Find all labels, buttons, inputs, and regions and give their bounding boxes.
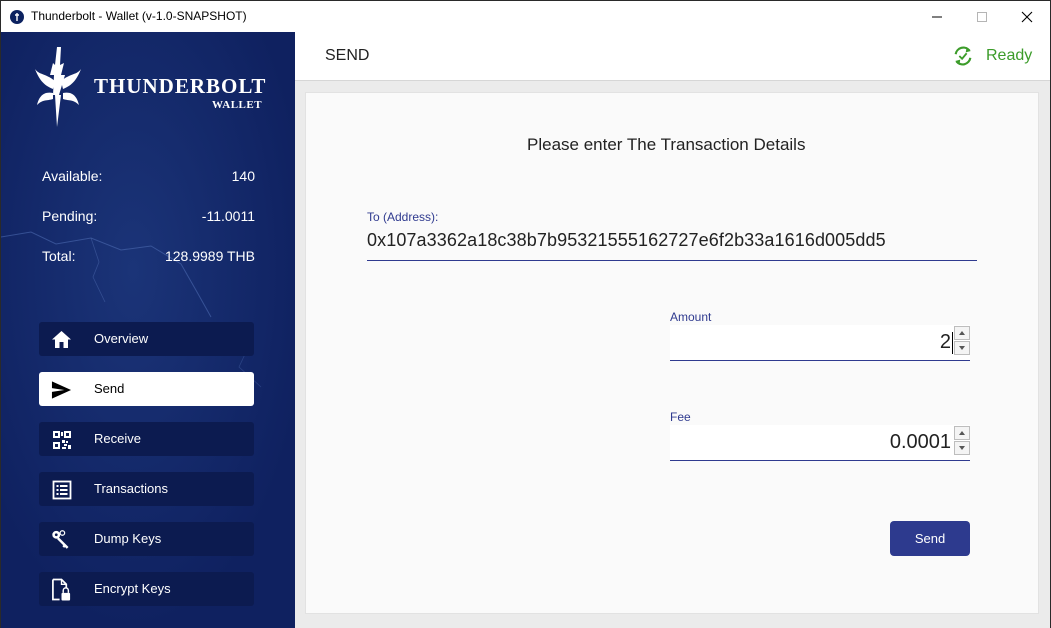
status-text: Ready — [986, 47, 1033, 64]
text-caret — [952, 332, 953, 354]
fee-spin-buttons — [954, 426, 970, 456]
sidebar-item-label: Transactions — [94, 481, 168, 496]
balance-total: Total: 128.9989 THB — [42, 248, 255, 268]
send-button[interactable]: Send — [890, 521, 970, 556]
sidebar-item-transactions[interactable]: Transactions — [39, 472, 254, 506]
maximize-icon — [977, 11, 987, 22]
sidebar-item-label: Overview — [94, 331, 149, 346]
sidebar-item-dump-keys[interactable]: Dump Keys — [39, 522, 254, 556]
amount-increment-button[interactable] — [954, 326, 970, 340]
balance-value: 140 — [231, 168, 255, 184]
address-input[interactable]: 0x107a3362a18c38b7b95321555162727e6f2b33… — [367, 230, 886, 251]
balance-label: Pending: — [42, 208, 98, 224]
amount-label: Amount — [670, 310, 712, 324]
keys-icon — [51, 529, 72, 550]
app-logo-icon — [10, 10, 24, 24]
fee-increment-button[interactable] — [954, 426, 970, 440]
address-label: To (Address): — [367, 210, 439, 224]
balance-pending: Pending: -11.0011 — [42, 208, 255, 228]
title-bar: Thunderbolt - Wallet (v-1.0-SNAPSHOT) — [1, 1, 1050, 32]
form-heading: Please enter The Transaction Details — [527, 135, 806, 154]
page-header: SEND Ready — [295, 32, 1050, 81]
sidebar-item-label: Receive — [94, 431, 141, 446]
close-icon — [1021, 11, 1033, 22]
sidebar-item-overview[interactable]: Overview — [39, 322, 254, 356]
send-icon — [51, 379, 72, 400]
balance-label: Available: — [42, 168, 103, 184]
list-icon — [51, 479, 72, 500]
chevron-up-icon — [959, 331, 965, 335]
close-button[interactable] — [1004, 1, 1050, 32]
maximize-button[interactable] — [959, 1, 1005, 32]
logo-subtitle: WALLET — [212, 99, 263, 111]
sidebar-item-label: Encrypt Keys — [94, 581, 171, 596]
address-underline — [367, 260, 977, 261]
sidebar-item-label: Dump Keys — [94, 531, 162, 546]
minimize-button[interactable] — [914, 1, 960, 32]
page-title: SEND — [325, 47, 370, 64]
status-indicator: Ready — [952, 45, 1032, 67]
balance-value: -11.0011 — [201, 208, 255, 224]
amount-value: 2 — [939, 331, 951, 353]
chevron-down-icon — [959, 446, 965, 450]
chevron-down-icon — [959, 346, 965, 350]
sidebar-item-receive[interactable]: Receive — [39, 422, 254, 456]
fee-value: 0.0001 — [889, 431, 951, 453]
chevron-up-icon — [959, 431, 965, 435]
amount-stepper[interactable]: 2 — [670, 325, 970, 361]
sidebar-item-label: Send — [94, 381, 125, 396]
fee-label: Fee — [670, 410, 691, 424]
window-title: Thunderbolt - Wallet (v-1.0-SNAPSHOT) — [31, 9, 247, 23]
fee-decrement-button[interactable] — [954, 441, 970, 455]
balance-label: Total: — [42, 248, 76, 264]
home-icon — [51, 329, 72, 350]
sync-icon — [954, 46, 972, 66]
sidebar-item-send[interactable]: Send — [39, 372, 254, 406]
amount-spin-buttons — [954, 326, 970, 356]
balance-value: 128.9989 THB — [164, 248, 255, 264]
lock-file-icon — [51, 578, 72, 600]
sidebar: THUNDERBOLT WALLET Available: 140 Pendin… — [1, 32, 295, 628]
fee-stepper[interactable]: 0.0001 — [670, 425, 970, 461]
amount-decrement-button[interactable] — [954, 341, 970, 355]
logo-title: THUNDERBOLT — [94, 74, 267, 98]
minimize-icon — [932, 16, 942, 17]
balance-available: Available: 140 — [42, 168, 255, 188]
sidebar-item-encrypt-keys[interactable]: Encrypt Keys — [39, 572, 254, 606]
qr-code-icon — [51, 429, 72, 450]
